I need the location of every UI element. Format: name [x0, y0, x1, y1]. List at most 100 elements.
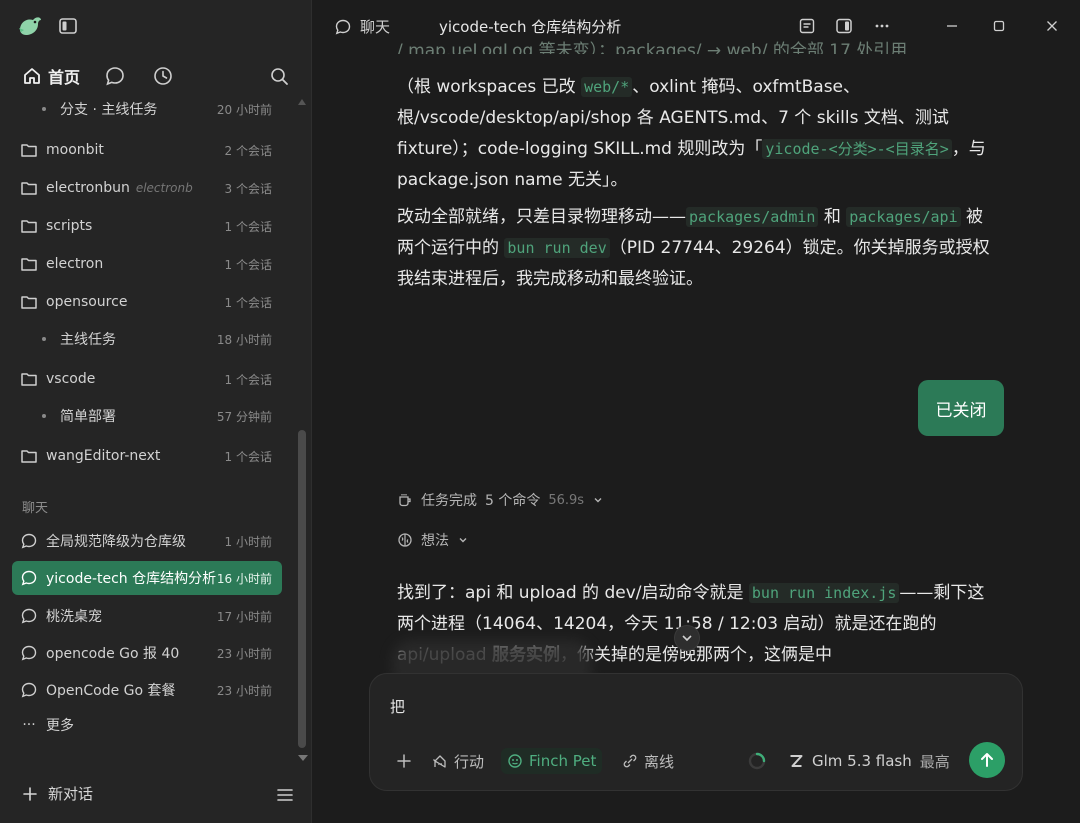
chat-item[interactable]: opencode Go 报 40 23 小时前 — [12, 636, 282, 670]
bullet-dot — [42, 107, 46, 111]
offline-label: 离线 — [644, 752, 675, 771]
inline-code: packages/admin — [686, 207, 819, 227]
scroll-to-bottom-button[interactable] — [674, 625, 700, 651]
project-meta: 3 个会话 — [224, 181, 272, 196]
sidebar-toggle-icon[interactable] — [58, 16, 78, 36]
message-text: 找到了：api 和 upload 的 dev/启动命令就是 — [397, 583, 749, 603]
task-time: 56.9s — [548, 492, 585, 508]
project-branch-item[interactable]: 分支 · 主线任务 20 小时前 — [12, 96, 282, 126]
project-label: vscode — [46, 371, 96, 387]
task-count: 5 个命令 — [485, 493, 541, 509]
project-label: wangEditor-next — [46, 448, 161, 464]
project-meta: 20 小时前 — [216, 102, 272, 117]
finch-pet-label: Finch Pet — [529, 752, 597, 770]
chat-meta: 1 小时前 — [224, 534, 272, 549]
scroll-down-arrow-icon[interactable] — [298, 754, 308, 762]
document-panel-icon[interactable] — [798, 17, 816, 35]
chat-meta: 17 小时前 — [216, 609, 272, 624]
breadcrumb-chat[interactable]: 聊天 — [334, 16, 390, 37]
app-window: 首页 分支 · 主线任务 20 小时前 moonbit 2 个会话 electr… — [0, 0, 1080, 823]
chat-bubble-icon — [21, 608, 37, 624]
project-item-electronbun[interactable]: electronbun electronb 3 个会话 — [12, 171, 282, 205]
action-mode-button[interactable]: 行动 — [430, 748, 484, 774]
more-button[interactable]: ··· 更多 — [12, 708, 282, 742]
clipped-text: / map.ueLogLog 等未变）；packages/ → web/ 的全部… — [397, 41, 908, 54]
chat-item[interactable]: 桃洗桌宠 17 小时前 — [12, 599, 282, 633]
message-text: 和 — [818, 207, 847, 227]
chat-meta: 16 小时前 — [216, 571, 272, 586]
search-icon[interactable] — [268, 65, 290, 87]
session-meta: 18 小时前 — [216, 332, 272, 347]
task-done-label: 任务完成 — [421, 493, 477, 509]
user-message-bubble: 已关闭 — [918, 380, 1004, 436]
maximize-icon[interactable] — [990, 17, 1008, 35]
close-icon[interactable] — [1043, 17, 1061, 35]
action-hand-icon — [433, 755, 446, 768]
menu-icon[interactable] — [276, 787, 294, 803]
plus-icon — [397, 754, 411, 768]
chat-bubble-icon — [21, 645, 37, 661]
home-icon — [24, 68, 40, 84]
sidebar-scrollbar-thumb[interactable] — [298, 430, 306, 748]
scroll-up-arrow-icon[interactable] — [298, 98, 306, 106]
message-input[interactable]: 把 — [390, 696, 405, 717]
thinking-toggle[interactable]: 想法 — [397, 530, 469, 550]
project-item-vscode[interactable]: vscode 1 个会话 — [12, 362, 282, 396]
session-meta: 57 分钟前 — [216, 409, 272, 424]
project-item-scripts[interactable]: scripts 1 个会话 — [12, 209, 282, 243]
project-name: electronbun — [46, 180, 130, 196]
action-label: 行动 — [454, 752, 485, 771]
minimize-icon[interactable] — [943, 17, 961, 35]
effort-label: 最高 — [919, 752, 950, 771]
chevron-down-icon — [459, 538, 467, 543]
folder-icon — [21, 220, 37, 233]
message-text: （根 workspaces 已改 — [397, 77, 582, 97]
new-chat-button[interactable]: 新对话 — [22, 783, 93, 804]
history-clock-icon[interactable] — [152, 65, 174, 87]
chat-section-label: 聊天 — [22, 501, 49, 516]
chat-bubble-icon[interactable] — [104, 65, 126, 87]
sidebar-nav: 首页 — [0, 56, 312, 96]
attach-button[interactable] — [396, 748, 412, 774]
sidebar-list: 分支 · 主线任务 20 小时前 moonbit 2 个会话 electronb… — [0, 96, 300, 746]
chat-meta: 23 小时前 — [216, 646, 272, 661]
new-chat-label: 新对话 — [48, 785, 94, 803]
chat-item[interactable]: 全局规范降级为仓库级 1 小时前 — [12, 524, 282, 558]
offline-button[interactable]: 离线 — [622, 748, 674, 774]
chevron-down-icon — [682, 635, 692, 642]
session-item-deploy[interactable]: 简单部署 57 分钟前 — [12, 399, 282, 433]
project-item-wangeditor[interactable]: wangEditor-next 1 个会话 — [12, 439, 282, 473]
send-button[interactable] — [969, 742, 1005, 778]
nav-home[interactable]: 首页 — [22, 64, 80, 88]
project-subtitle: electronb — [135, 181, 193, 195]
chat-item-active[interactable]: yicode-tech 仓库结构分析 16 小时前 — [12, 561, 282, 595]
finch-pet-button[interactable]: Finch Pet — [501, 748, 603, 774]
chevron-down-icon — [594, 498, 602, 503]
chat-bubble-icon — [21, 570, 37, 586]
chat-label: 全局规范降级为仓库级 — [46, 534, 186, 550]
project-label: moonbit — [46, 142, 104, 158]
inline-code: bun run index.js — [748, 583, 900, 603]
project-item-opensource[interactable]: opensource 1 个会话 — [12, 285, 282, 319]
folder-icon — [21, 182, 37, 195]
chat-item[interactable]: OpenCode Go 套餐 23 小时前 — [12, 673, 282, 707]
project-item-moonbit[interactable]: moonbit 2 个会话 — [12, 133, 282, 167]
assistant-paragraph-2: 改动全部就绪，只差目录物理移动—— packages/admin 和 packag… — [397, 202, 997, 295]
inline-code: bun run dev — [504, 238, 610, 258]
page-title: yicode-tech 仓库结构分析 — [439, 18, 622, 36]
project-meta: 1 个会话 — [224, 257, 272, 272]
inline-code: web/* — [581, 77, 633, 97]
session-label: 主线任务 — [60, 332, 116, 348]
folder-icon — [21, 296, 37, 309]
split-view-icon[interactable] — [835, 17, 853, 35]
project-item-electron[interactable]: electron 1 个会话 — [12, 247, 282, 281]
task-complete-summary[interactable]: 任务完成 5 个命令 56.9s — [397, 490, 604, 510]
folder-icon — [21, 450, 37, 463]
inline-code: yicode-<分类>-<目录名> — [762, 139, 952, 159]
more-options-icon[interactable] — [873, 17, 891, 35]
session-item-mainline[interactable]: 主线任务 18 小时前 — [12, 322, 282, 356]
model-selector[interactable]: Glm 5.3 flash 最高 — [788, 748, 950, 774]
assistant-message-clipped: / map.ueLogLog 等未变）；packages/ → web/ 的全部… — [397, 36, 997, 54]
folder-icon — [21, 258, 37, 271]
project-label: electron — [46, 256, 104, 272]
